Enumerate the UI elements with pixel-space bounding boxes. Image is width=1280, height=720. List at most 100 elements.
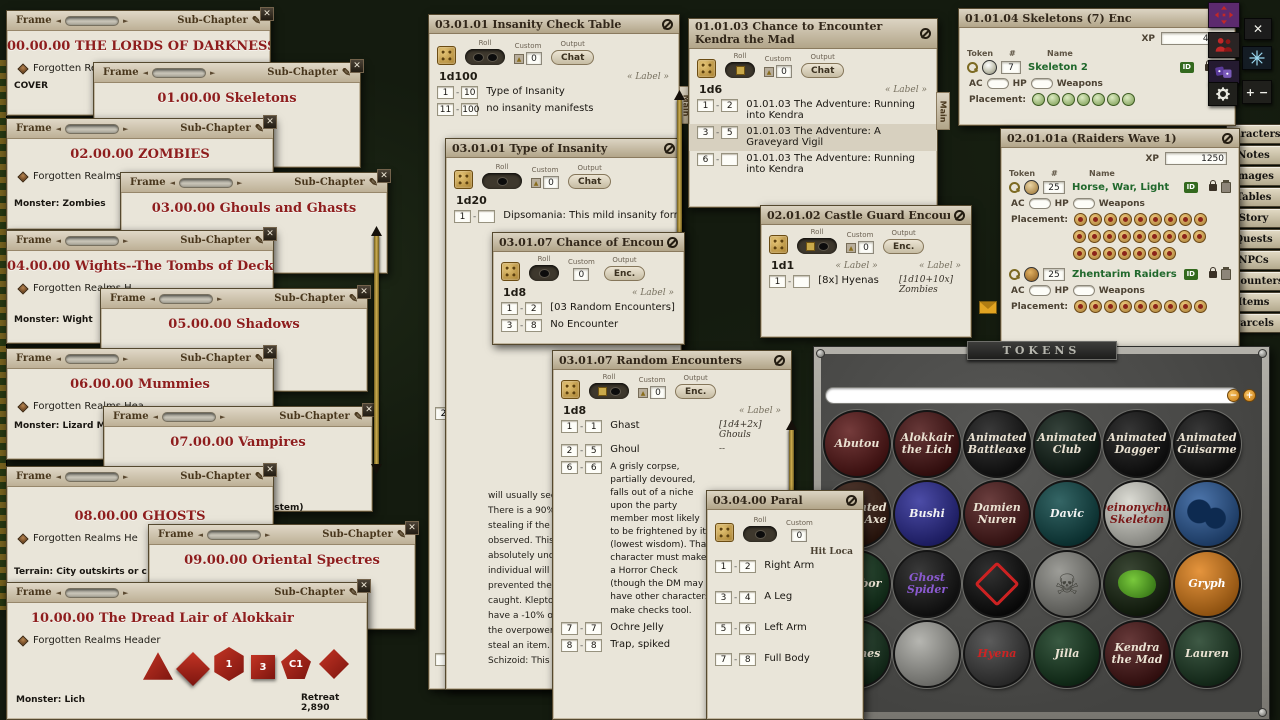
token-image-11[interactable] bbox=[1175, 482, 1239, 546]
token-davic[interactable]: Davic bbox=[1035, 482, 1099, 546]
custom-count-field[interactable]: 0 bbox=[776, 65, 792, 78]
placement-token[interactable] bbox=[1074, 213, 1087, 226]
row-label[interactable]: A grisly corpse, partially devoured, fal… bbox=[610, 461, 710, 618]
token-image-14[interactable] bbox=[965, 552, 1029, 616]
zoom-in-button[interactable]: + bbox=[1243, 389, 1256, 402]
output-button[interactable]: Chat bbox=[568, 174, 611, 189]
placement-token[interactable] bbox=[1163, 247, 1176, 260]
token-animated-battleaxe[interactable]: Animated Battleaxe bbox=[965, 412, 1029, 476]
zoom-out-button[interactable]: − bbox=[1227, 389, 1240, 402]
frame-slider[interactable] bbox=[65, 236, 119, 246]
scrollbar-rope[interactable] bbox=[374, 236, 379, 464]
npc-count-field[interactable]: 25 bbox=[1043, 181, 1065, 194]
custom-toggle[interactable]: ▲ bbox=[846, 243, 856, 253]
placement-token[interactable] bbox=[1118, 247, 1131, 260]
placement-token[interactable] bbox=[1164, 213, 1177, 226]
placement-token[interactable] bbox=[1092, 93, 1105, 106]
next-arrow-icon[interactable]: ► bbox=[123, 354, 128, 363]
lock-icon[interactable] bbox=[920, 28, 931, 39]
placement-token[interactable] bbox=[1119, 213, 1132, 226]
d8-die-icon[interactable] bbox=[319, 649, 349, 679]
table-row[interactable]: 1-2[03 Random Encounters] bbox=[493, 300, 684, 317]
id-badge[interactable]: ID bbox=[1184, 182, 1198, 193]
range-to-field[interactable]: 8 bbox=[739, 653, 756, 666]
d6-die-icon[interactable] bbox=[176, 652, 210, 686]
range-from-field[interactable]: 5 bbox=[715, 622, 732, 635]
token-image-19[interactable] bbox=[895, 622, 959, 686]
next-arrow-icon[interactable]: ► bbox=[123, 16, 128, 25]
range-from-field[interactable]: 1 bbox=[561, 420, 578, 433]
next-arrow-icon[interactable]: ► bbox=[123, 588, 128, 597]
story-title[interactable]: 10.00.00 The Dread Lair of Alokkair bbox=[31, 611, 367, 626]
table-row[interactable]: 5-6Left Arm bbox=[707, 620, 863, 637]
lock-icon[interactable] bbox=[664, 143, 675, 154]
magnifier-icon[interactable] bbox=[1009, 182, 1020, 193]
row-secondary-label[interactable]: -- bbox=[719, 444, 783, 454]
range-from-field[interactable]: 8 bbox=[561, 639, 578, 652]
output-button[interactable]: Enc. bbox=[883, 239, 924, 254]
output-button[interactable]: Enc. bbox=[604, 266, 645, 281]
table-row[interactable]: 1-10Type of Insanity bbox=[429, 84, 679, 101]
next-arrow-icon[interactable]: ► bbox=[217, 294, 222, 303]
placement-token[interactable] bbox=[1119, 300, 1132, 313]
table-window-paralyzation[interactable]: 03.04.00 Paral Roll Custom 0 Hit Loca 1-… bbox=[706, 490, 864, 720]
range-to-field[interactable]: 8 bbox=[525, 319, 542, 332]
token-animated-guisarme[interactable]: Animated Guisarme bbox=[1175, 412, 1239, 476]
story-link[interactable]: Forgotten Realms H bbox=[33, 171, 132, 182]
range-to-field[interactable]: 7 bbox=[585, 622, 602, 635]
row-label[interactable]: 01.01.03 The Adventure: Running into Ken… bbox=[746, 153, 918, 175]
range-to-field[interactable] bbox=[721, 153, 738, 166]
close-icon[interactable]: ✕ bbox=[377, 169, 391, 183]
npc-token-thumb[interactable] bbox=[1024, 267, 1039, 282]
custom-toggle[interactable]: ▲ bbox=[514, 54, 524, 64]
gem-bullet-icon[interactable] bbox=[17, 171, 28, 182]
placement-token[interactable] bbox=[1062, 93, 1075, 106]
close-icon[interactable]: ✕ bbox=[263, 345, 277, 359]
hp-field[interactable] bbox=[1031, 78, 1053, 89]
npc-count-field[interactable]: 25 bbox=[1043, 268, 1065, 281]
close-icon[interactable]: ✕ bbox=[263, 227, 277, 241]
row-label[interactable]: Dipsomania: This mild insanity form bbox=[503, 210, 683, 221]
token-jilla[interactable]: Jilla bbox=[1035, 622, 1099, 686]
id-badge[interactable]: ID bbox=[1180, 62, 1194, 73]
trash-icon[interactable] bbox=[1221, 269, 1231, 280]
lock-icon[interactable] bbox=[954, 210, 965, 221]
characters-icon[interactable] bbox=[1208, 32, 1240, 58]
prev-arrow-icon[interactable]: ◄ bbox=[56, 472, 61, 481]
zoom-plus-minus-icon[interactable]: +− bbox=[1242, 80, 1272, 104]
d6-die-icon[interactable]: 3 bbox=[251, 655, 275, 679]
dice-slot[interactable] bbox=[482, 173, 522, 189]
lock-icon[interactable] bbox=[1209, 184, 1217, 191]
lock-icon[interactable] bbox=[1209, 271, 1217, 278]
placement-token[interactable] bbox=[1148, 230, 1161, 243]
npc-token-thumb[interactable] bbox=[1024, 180, 1039, 195]
story-title[interactable]: 00.00.00 THE LORDS OF DARKNESS bbox=[7, 39, 270, 54]
frame-slider[interactable] bbox=[65, 124, 119, 134]
dice-slot[interactable] bbox=[465, 49, 505, 65]
range-to-field[interactable]: 2 bbox=[721, 99, 738, 112]
placement-token[interactable] bbox=[1107, 93, 1120, 106]
prev-arrow-icon[interactable]: ◄ bbox=[56, 354, 61, 363]
placement-token[interactable] bbox=[1148, 247, 1161, 260]
custom-toggle[interactable]: ▲ bbox=[638, 388, 648, 398]
table-row[interactable]: 2-5Ghoul-- bbox=[553, 442, 791, 459]
range-to-field[interactable]: 10 bbox=[461, 86, 478, 99]
table-row[interactable]: 1-2Right Arm bbox=[707, 558, 863, 575]
d4-die-icon[interactable] bbox=[143, 651, 173, 681]
id-badge[interactable]: ID bbox=[1184, 269, 1198, 280]
row-label[interactable]: A Leg bbox=[764, 591, 855, 602]
range-from-field[interactable]: 7 bbox=[561, 622, 578, 635]
range-to-field[interactable]: 4 bbox=[739, 591, 756, 604]
story-title[interactable]: 09.00.00 Oriental Spectres bbox=[149, 553, 415, 568]
magnifier-icon[interactable] bbox=[967, 62, 978, 73]
story-title[interactable]: 07.00.00 Vampires bbox=[104, 435, 372, 450]
lock-icon[interactable] bbox=[774, 355, 785, 366]
custom-toggle[interactable]: ▲ bbox=[764, 67, 774, 77]
token-damien-nuren[interactable]: Damien Nuren bbox=[965, 482, 1029, 546]
range-to-field[interactable]: 2 bbox=[525, 302, 542, 315]
magnifier-icon[interactable] bbox=[1009, 269, 1020, 280]
placement-token[interactable] bbox=[1133, 247, 1146, 260]
placement-token[interactable] bbox=[1089, 213, 1102, 226]
table-window-kendra[interactable]: 01.01.03 Chance to Encounter Kendra the … bbox=[688, 18, 938, 208]
table-row[interactable]: 1-201.01.03 The Adventure: Running into … bbox=[689, 97, 937, 124]
